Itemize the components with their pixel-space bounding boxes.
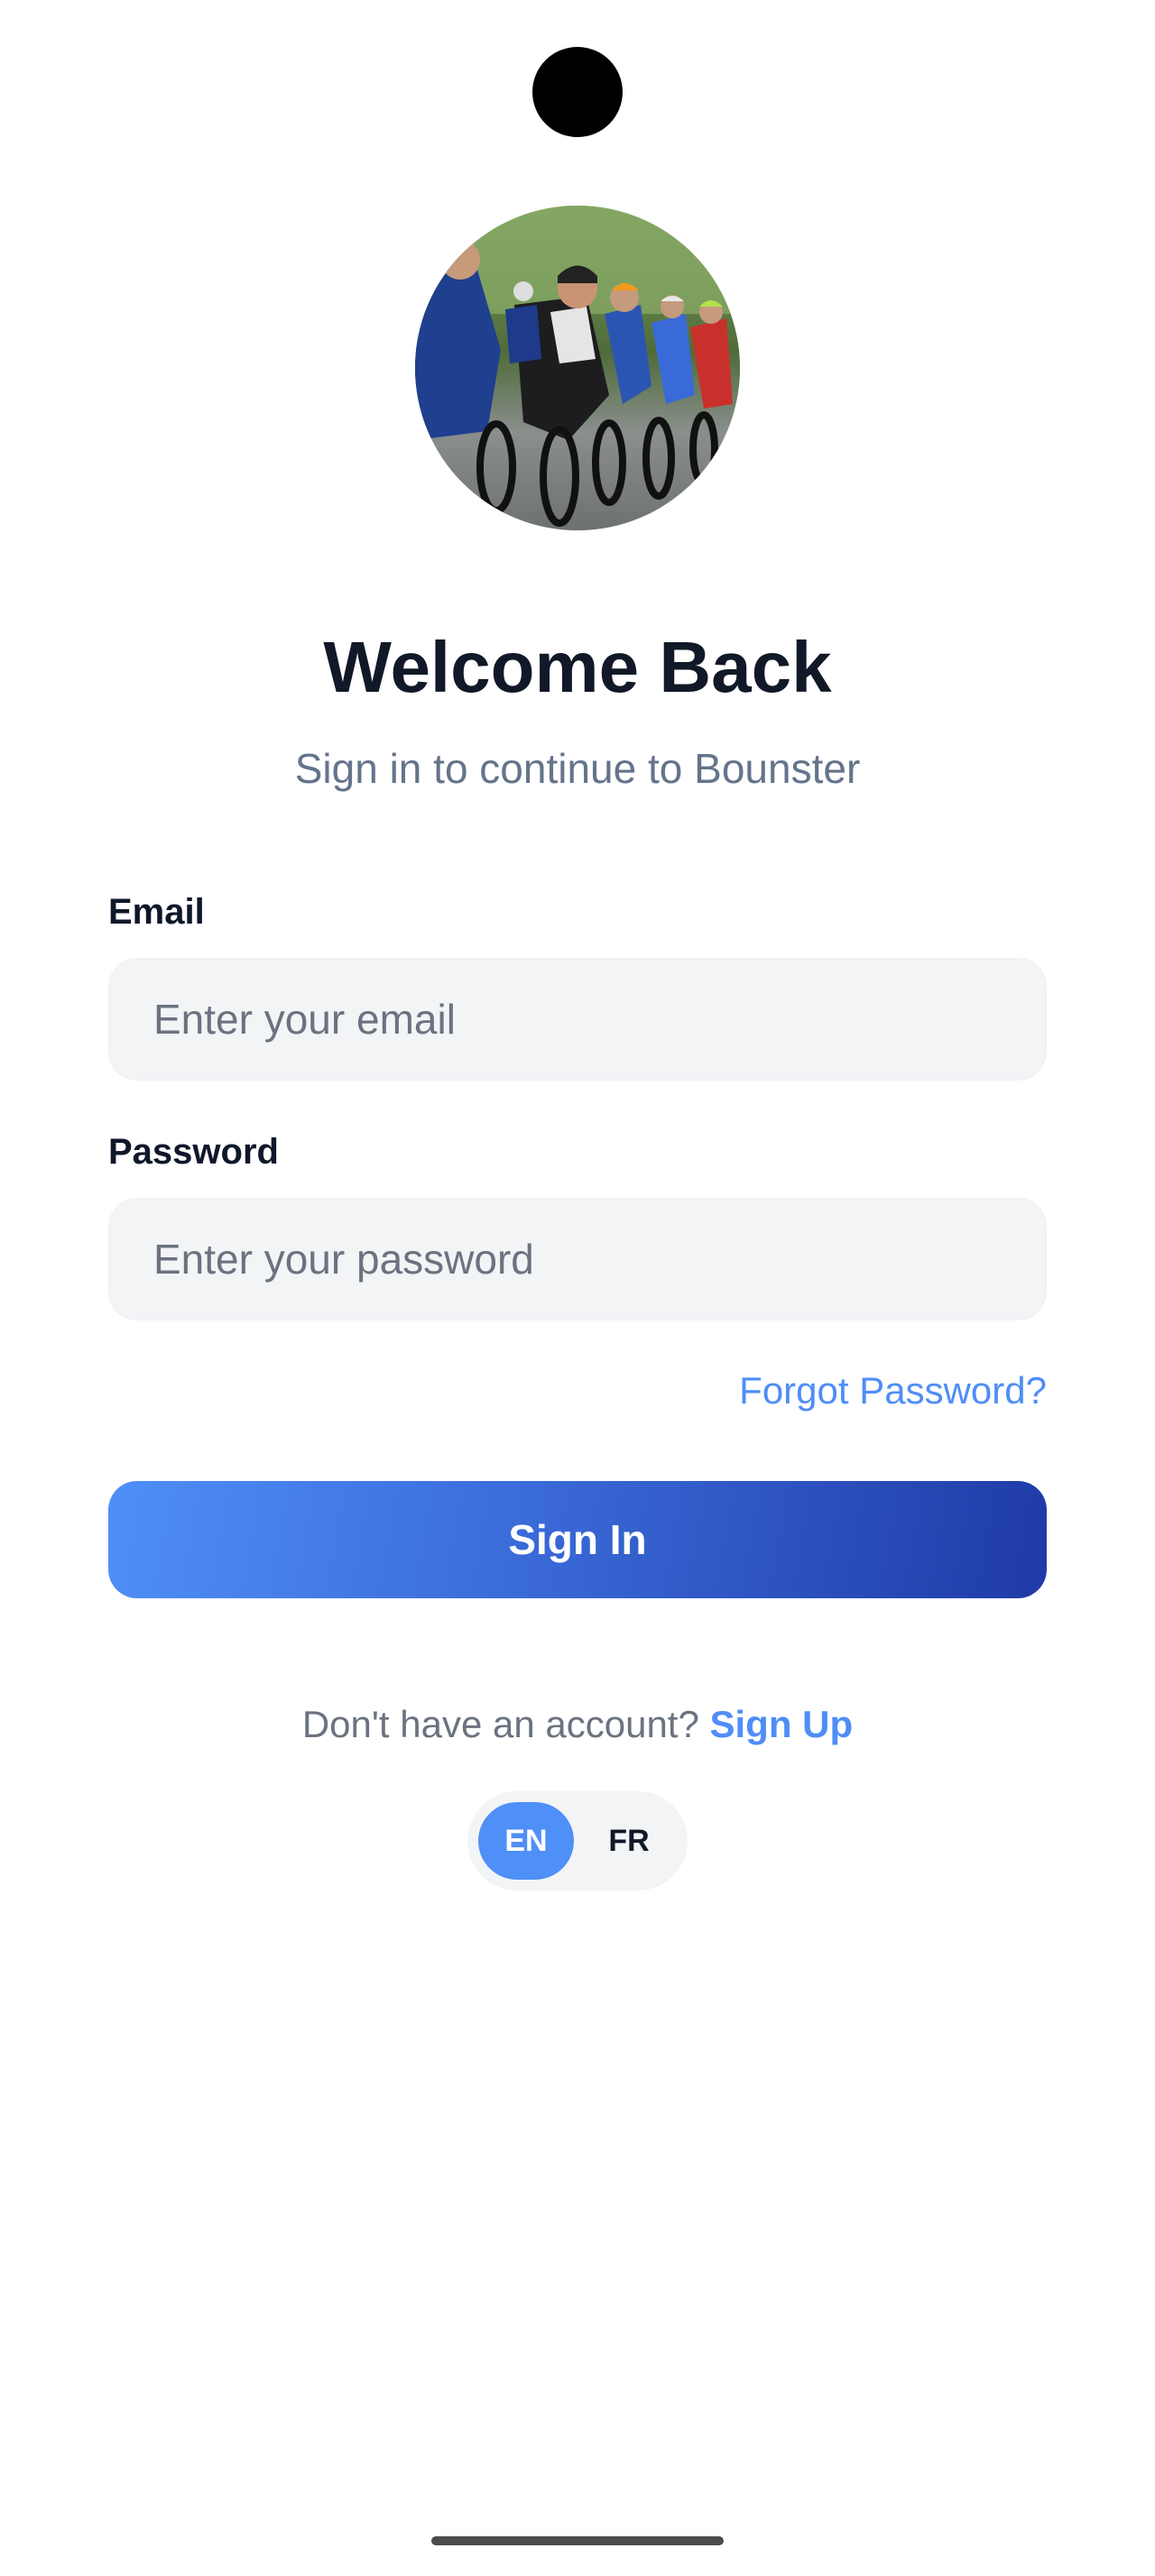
email-field[interactable] xyxy=(108,958,1047,1081)
language-option-fr[interactable]: FR xyxy=(581,1802,677,1880)
forgot-password-link[interactable]: Forgot Password? xyxy=(739,1366,1047,1416)
cyclists-photo-icon xyxy=(415,206,740,530)
avatar xyxy=(415,206,740,530)
password-label: Password xyxy=(108,1132,279,1172)
page-subtitle: Sign in to continue to Bounster xyxy=(294,745,861,792)
page-title: Welcome Back xyxy=(323,627,832,707)
front-camera xyxy=(532,47,623,137)
language-option-en[interactable]: EN xyxy=(478,1802,574,1880)
sign-up-link[interactable]: Sign Up xyxy=(710,1703,854,1745)
email-label: Email xyxy=(108,892,205,932)
signup-prompt-row: Don't have an account? Sign Up xyxy=(0,1697,1155,1752)
password-field[interactable] xyxy=(108,1198,1047,1320)
sign-in-button[interactable]: Sign In xyxy=(108,1481,1047,1598)
signup-prompt-text: Don't have an account? xyxy=(301,1703,699,1745)
language-toggle: EN FR xyxy=(467,1791,688,1891)
home-indicator[interactable] xyxy=(431,2536,724,2545)
